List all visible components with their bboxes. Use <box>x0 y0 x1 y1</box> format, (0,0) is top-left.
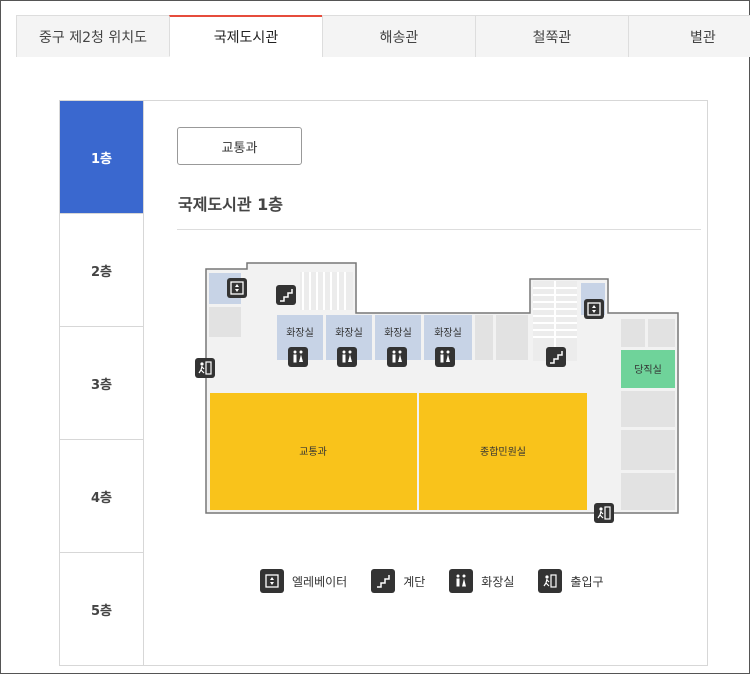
legend-label: 계단 <box>403 574 426 589</box>
exit-icon <box>195 358 215 378</box>
restroom-label-4: 화장실 <box>434 327 462 339</box>
floor-list: 1층 2층 3층 4층 5층 <box>60 101 144 665</box>
restroom-icon <box>387 347 407 367</box>
restroom-label-2: 화장실 <box>335 327 363 339</box>
tab-international-city-hall[interactable]: 국제도시관 <box>169 15 322 57</box>
tab-haesong-hall[interactable]: 해송관 <box>322 15 475 57</box>
office-traffic-label: 교통과 <box>299 446 327 458</box>
restroom-icon <box>435 347 455 367</box>
tab-location-map[interactable]: 중구 제2청 위치도 <box>16 15 169 57</box>
tab-annex[interactable]: 별관 <box>628 15 750 57</box>
elevator-icon <box>227 278 247 298</box>
department-button[interactable]: 교통과 <box>177 127 302 165</box>
elevator-icon <box>584 299 604 319</box>
restroom-icon <box>449 569 474 593</box>
floor-item-4[interactable]: 4층 <box>60 440 143 553</box>
room-gray <box>621 473 675 510</box>
room-gray <box>621 430 675 470</box>
restroom-icon <box>337 347 357 367</box>
legend-label: 화장실 <box>481 574 515 589</box>
stairs-icon <box>371 569 396 593</box>
stairs-icon <box>546 347 566 367</box>
duty-room-label: 당직실 <box>634 364 662 376</box>
restroom-icon <box>288 347 308 367</box>
building-tabs: 중구 제2청 위치도 국제도시관 해송관 철쭉관 별관 <box>16 15 750 57</box>
stairs-area-left <box>300 272 353 310</box>
tab-cheoljjuk-hall[interactable]: 철쭉관 <box>475 15 628 57</box>
restroom-label-1: 화장실 <box>286 327 314 339</box>
room-gray <box>648 319 675 347</box>
stairs-icon <box>276 285 296 305</box>
elevator-icon <box>260 569 284 593</box>
room-small <box>209 307 241 337</box>
floor-item-3[interactable]: 3층 <box>60 327 143 440</box>
exit-icon <box>594 503 614 523</box>
floor-panel: 1층 2층 3층 4층 5층 교통과 국제도시관 1층 화장실 화장실 화장실 … <box>59 100 708 666</box>
floor-item-2[interactable]: 2층 <box>60 214 143 327</box>
restroom-label-3: 화장실 <box>384 327 412 339</box>
legend-label: 출입구 <box>570 574 604 589</box>
office-civil-service-label: 종합민원실 <box>480 446 526 458</box>
page-title: 국제도시관 1층 <box>178 195 284 214</box>
legend-label: 엘레베이터 <box>292 574 348 589</box>
legend-item-exit: 출입구 <box>538 569 604 593</box>
exit-icon <box>538 569 563 593</box>
floor-plan: 화장실 화장실 화장실 화장실 당직실 교통과 종합민원실 <box>195 262 679 523</box>
floor-item-5[interactable]: 5층 <box>60 553 143 665</box>
legend-item-restroom: 화장실 <box>449 569 514 593</box>
divider <box>177 229 701 230</box>
map-legend: 엘레베이터 계단 화장실 출입구 <box>260 568 628 594</box>
floor-item-1[interactable]: 1층 <box>60 101 143 214</box>
room-gray <box>621 319 645 347</box>
legend-item-stairs: 계단 <box>371 569 425 593</box>
legend-item-elevator: 엘레베이터 <box>260 569 347 593</box>
room-gray <box>475 315 493 360</box>
room-gray <box>621 391 675 427</box>
room-gray <box>496 315 528 360</box>
